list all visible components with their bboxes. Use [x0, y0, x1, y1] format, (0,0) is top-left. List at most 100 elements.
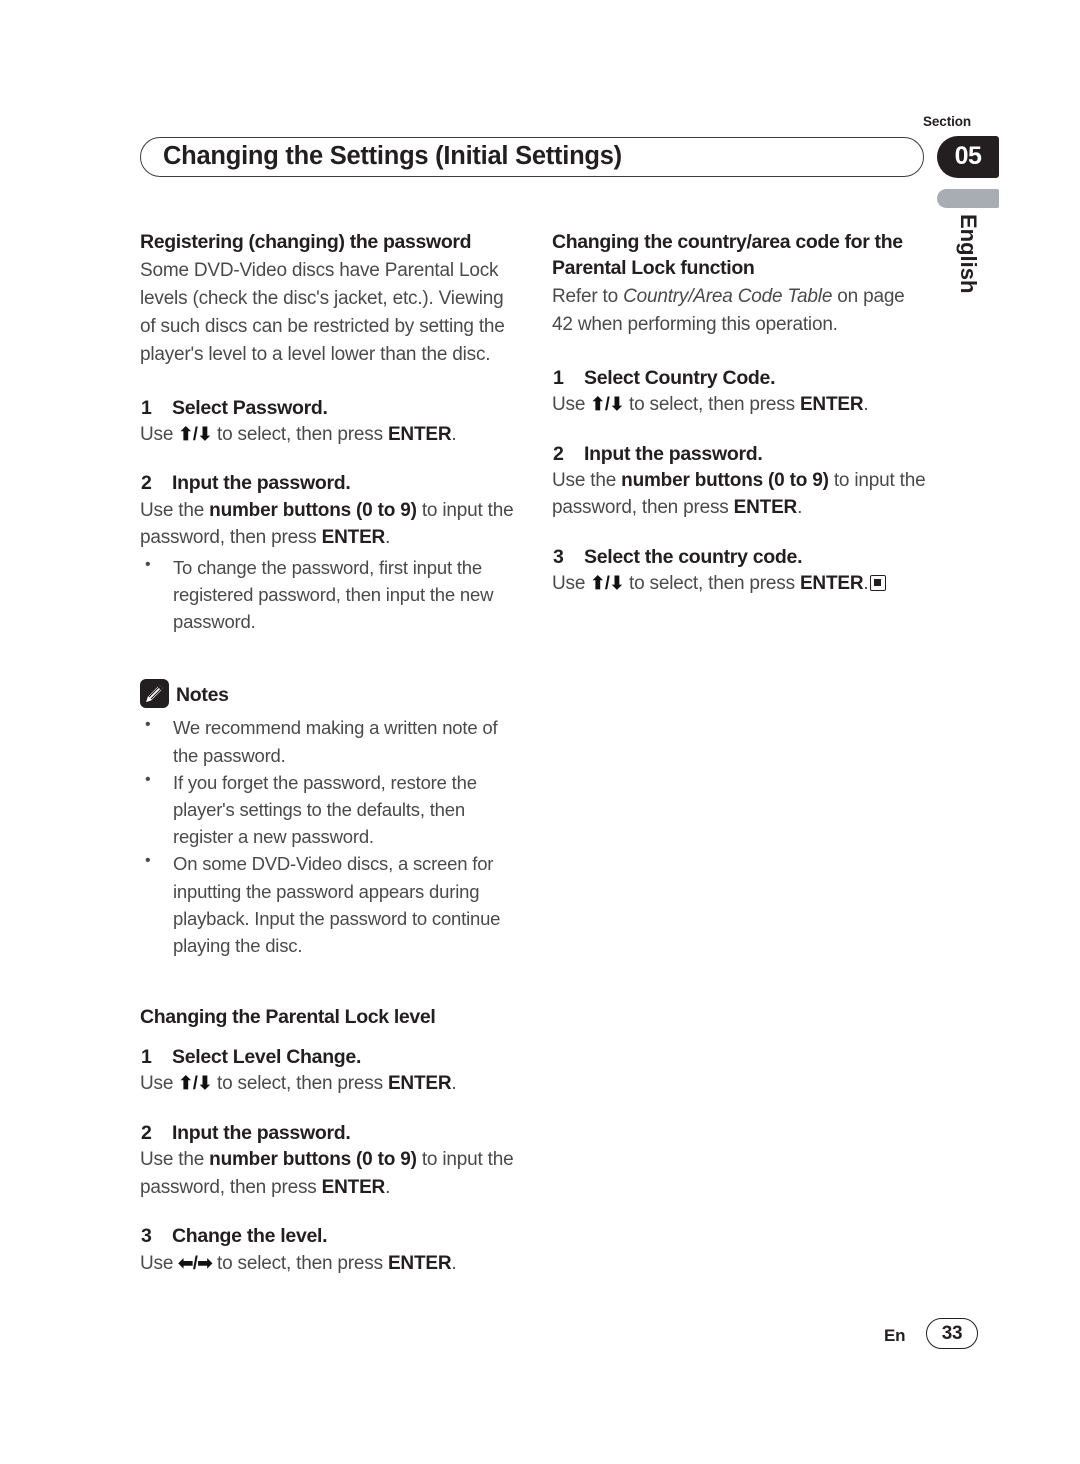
step-label: Select Level Change.	[172, 1046, 362, 1069]
language-tab-bar	[937, 189, 999, 208]
step-body-select-the-country-code: Use ⬆/⬇ to select, then press ENTER.	[552, 570, 930, 598]
text-fragment: .	[863, 394, 869, 415]
text-fragment: Use the	[140, 1149, 210, 1171]
step-body-select-country-code: Use ⬆/⬇ to select, then press ENTER.	[552, 391, 930, 419]
text-fragment: to select, then press	[211, 1252, 388, 1274]
list-item: If you forget the password, restore the …	[140, 768, 518, 851]
step-number: 1	[141, 1046, 152, 1069]
text-fragment: .	[385, 1176, 391, 1198]
step-label: Input the password.	[584, 442, 763, 465]
step-label: Input the password.	[172, 1121, 351, 1144]
left-column: Registering (changing) the password Some…	[140, 230, 518, 1277]
text-fragment: Refer to	[552, 285, 624, 307]
updown-arrows-icon: ⬆/⬇	[590, 573, 624, 594]
step-number: 3	[141, 1225, 152, 1248]
text-fragment: .	[451, 1073, 457, 1095]
step-number: 3	[553, 545, 564, 568]
updown-arrows-icon: ⬆/⬇	[590, 394, 624, 414]
bullet-list-change-password: To change the password, first input the …	[140, 553, 518, 636]
step-body-input-password-country: Use the number buttons (0 to 9) to input…	[552, 467, 930, 522]
text-fragment: Use	[140, 1073, 179, 1095]
text-fragment: to select, then press	[211, 423, 388, 445]
text-fragment: .	[451, 1252, 457, 1274]
step-label: Select Country Code.	[584, 366, 776, 389]
updown-arrows-icon: ⬆/⬇	[178, 1073, 212, 1094]
enter-key-label: ENTER	[387, 1073, 452, 1095]
heading-parental-lock-level: Changing the Parental Lock level	[140, 1006, 436, 1029]
text-fragment: Use	[140, 423, 179, 445]
step-input-password-country: 2 Input the password.	[552, 441, 930, 467]
text-fragment: to select, then press	[623, 573, 800, 595]
text-fragment: to select, then press	[623, 394, 800, 415]
step-select-country-code: 1 Select Country Code.	[552, 365, 930, 391]
text-fragment: Use	[140, 1252, 179, 1274]
right-column: Changing the country/area code for the P…	[552, 230, 930, 598]
pencil-note-icon	[140, 679, 169, 709]
notes-list: We recommend making a written note of th…	[140, 713, 518, 959]
enter-key-label: ENTER	[387, 1252, 452, 1274]
end-of-section-marker-icon	[870, 575, 887, 592]
text-fragment: .	[863, 573, 869, 595]
enter-key-label: ENTER	[799, 394, 864, 415]
list-item: To change the password, first input the …	[140, 553, 518, 636]
text-fragment: .	[451, 423, 457, 445]
text-fragment: Use the	[140, 499, 210, 521]
page-title-pill: Changing the Settings (Initial Settings)	[140, 137, 924, 177]
intro-country-area-code: Refer to Country/Area Code Table on page…	[552, 283, 930, 339]
step-input-password: 2 Input the password.	[140, 470, 518, 496]
step-select-level-change: 1 Select Level Change.	[140, 1044, 518, 1070]
notes-header: Notes	[140, 679, 518, 709]
heading-registering-password: Registering (changing) the password	[140, 231, 472, 253]
step-number: 2	[141, 1121, 152, 1144]
updown-arrows-icon: ⬆/⬇	[178, 423, 212, 444]
language-tab: English	[937, 214, 999, 334]
page-title: Changing the Settings (Initial Settings)	[163, 142, 622, 171]
text-fragment: Use	[552, 394, 591, 415]
text-fragment: Use the	[552, 469, 622, 491]
step-body-input-password: Use the number buttons (0 to 9) to input…	[140, 497, 518, 552]
enter-key-label: ENTER	[733, 497, 798, 519]
step-label: Select the country code.	[584, 545, 803, 568]
number-buttons-label: number buttons (0 to 9)	[209, 499, 417, 521]
list-item: We recommend making a written note of th…	[140, 713, 518, 768]
page-footer: En 33	[0, 1318, 1080, 1358]
leftright-arrows-icon: ⬅/➡	[178, 1252, 212, 1273]
section-number-badge: 05	[937, 136, 999, 178]
page-header: Changing the Settings (Initial Settings)…	[0, 0, 1080, 293]
section-number: 05	[954, 141, 982, 170]
intro-registering-password: Some DVD-Video discs have Parental Lock …	[140, 259, 505, 365]
text-fragment: Use	[552, 573, 591, 595]
number-buttons-label: number buttons (0 to 9)	[621, 469, 829, 491]
enter-key-label: ENTER	[321, 527, 386, 549]
step-body-input-password-level: Use the number buttons (0 to 9) to input…	[140, 1146, 518, 1201]
number-buttons-label: number buttons (0 to 9)	[209, 1149, 417, 1171]
footer-language-code: En	[884, 1326, 906, 1345]
step-number: 1	[141, 396, 152, 419]
section-label: Section	[923, 114, 972, 129]
step-label: Input the password.	[172, 472, 351, 495]
footer-page-badge: 33	[926, 1318, 978, 1349]
list-item: On some DVD-Video discs, a screen for in…	[140, 849, 518, 959]
step-number: 2	[553, 442, 564, 465]
step-select-the-country-code: 3 Select the country code.	[552, 544, 930, 570]
step-label: Change the level.	[172, 1225, 328, 1248]
step-body-select-password: Use ⬆/⬇ to select, then press ENTER.	[140, 421, 518, 449]
reference-title: Country/Area Code Table	[623, 285, 833, 307]
text-fragment: .	[797, 497, 803, 519]
step-number: 1	[553, 366, 564, 389]
notes-title: Notes	[176, 683, 229, 706]
enter-key-label: ENTER	[387, 423, 452, 445]
text-fragment: .	[385, 527, 391, 549]
footer-page-number: 33	[941, 1322, 963, 1344]
text-fragment: to select, then press	[211, 1073, 388, 1095]
language-label: English	[956, 214, 981, 294]
enter-key-label: ENTER	[799, 573, 864, 595]
enter-key-label: ENTER	[321, 1176, 386, 1198]
step-select-password: 1 Select Password.	[140, 395, 518, 421]
heading-country-area-code: Changing the country/area code for the P…	[552, 231, 903, 279]
step-number: 2	[141, 472, 152, 495]
step-label: Select Password.	[172, 396, 328, 419]
step-input-password-level: 2 Input the password.	[140, 1120, 518, 1146]
step-change-the-level: 3 Change the level.	[140, 1223, 518, 1249]
step-body-select-level-change: Use ⬆/⬇ to select, then press ENTER.	[140, 1070, 518, 1098]
